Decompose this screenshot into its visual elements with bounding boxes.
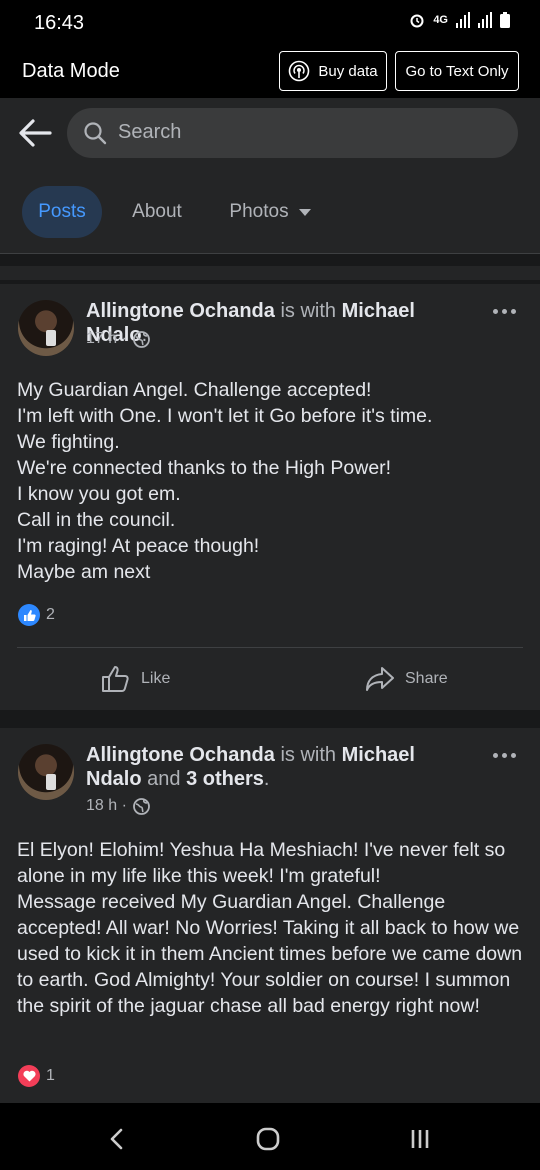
reaction-summary[interactable]: 1 [18, 1065, 55, 1087]
post-meta: 17 h · [86, 330, 150, 348]
status-bar: 16:43 4G [0, 0, 540, 40]
globe-icon [133, 797, 150, 815]
others-link[interactable]: 3 others [186, 768, 264, 790]
status-icons: 4G [409, 12, 510, 28]
profile-tabs: Posts About Photos [0, 170, 540, 254]
globe-icon [133, 330, 150, 348]
buy-data-button[interactable]: Buy data [279, 51, 387, 91]
signal-icon [456, 12, 470, 28]
text-only-button[interactable]: Go to Text Only [395, 51, 519, 91]
network-type: 4G [433, 14, 448, 26]
post-card: Allingtone Ochanda is with Michael Ndalo… [0, 284, 540, 710]
nav-back-icon[interactable] [99, 1121, 135, 1157]
alarm-icon [410, 14, 424, 28]
header-tail: . [263, 768, 270, 790]
tab-posts[interactable]: Posts [22, 186, 102, 238]
tab-about[interactable]: About [112, 186, 202, 238]
post-text: El Elyon! Elohim! Yeshua Ha Meshiach! I'… [17, 839, 523, 1017]
search-placeholder: Search [118, 121, 182, 143]
status-time: 16:43 [34, 12, 85, 34]
search-input[interactable]: Search [67, 108, 518, 158]
post-time[interactable]: 17 h · [86, 330, 127, 348]
tab-about-label: About [132, 201, 182, 222]
back-arrow-icon[interactable] [14, 116, 54, 150]
avatar[interactable] [18, 744, 74, 800]
nav-home-icon[interactable] [250, 1121, 286, 1157]
post-time[interactable]: 18 h · [86, 797, 127, 815]
with-text: is with [280, 300, 337, 322]
tab-photos[interactable]: Photos [215, 186, 325, 238]
battery-icon [500, 12, 510, 28]
post-header: Allingtone Ochanda is with Michael Ndalo… [86, 743, 470, 791]
data-mode-label: Data Mode [22, 60, 120, 82]
search-icon [84, 122, 107, 145]
broadcast-icon [289, 60, 310, 82]
nav-recents-icon[interactable] [402, 1121, 438, 1157]
avatar-phone [46, 330, 56, 346]
post-meta: 18 h · [86, 797, 150, 815]
avatar-phone [46, 774, 56, 790]
buy-data-label: Buy data [318, 62, 378, 80]
system-nav-bar [0, 1103, 540, 1170]
with-text: is with [280, 744, 337, 766]
chevron-down-icon [298, 208, 311, 216]
reaction-summary[interactable]: 2 [18, 604, 55, 626]
post-text: My Guardian Angel. Challenge accepted! I… [17, 379, 433, 583]
love-icon [18, 1065, 40, 1087]
more-options-icon[interactable] [493, 309, 516, 314]
reaction-count: 2 [46, 606, 55, 623]
divider [17, 647, 523, 648]
post-card: Allingtone Ochanda is with Michael Ndalo… [0, 728, 540, 1103]
like-icon [18, 604, 40, 626]
more-options-icon[interactable] [493, 753, 516, 758]
reaction-count: 1 [46, 1067, 55, 1084]
tab-photos-label: Photos [229, 201, 289, 222]
search-header: Search [0, 98, 540, 170]
and-text: and [147, 768, 181, 790]
thumbs-up-icon [102, 666, 129, 692]
avatar[interactable] [18, 300, 74, 356]
share-label: Share [405, 670, 448, 687]
like-label: Like [141, 670, 171, 687]
author-name[interactable]: Allingtone Ochanda [86, 744, 275, 766]
share-button[interactable]: Share [365, 665, 448, 693]
data-mode-bar: Data Mode Buy data Go to Text Only [0, 40, 540, 98]
share-icon [366, 667, 394, 691]
separator-strip [0, 254, 540, 284]
tab-posts-label: Posts [38, 201, 86, 222]
separator-bar [0, 266, 540, 280]
signal-icon-2 [478, 12, 492, 28]
text-only-label: Go to Text Only [405, 62, 509, 80]
author-name[interactable]: Allingtone Ochanda [86, 300, 275, 322]
like-button[interactable]: Like [101, 665, 170, 693]
